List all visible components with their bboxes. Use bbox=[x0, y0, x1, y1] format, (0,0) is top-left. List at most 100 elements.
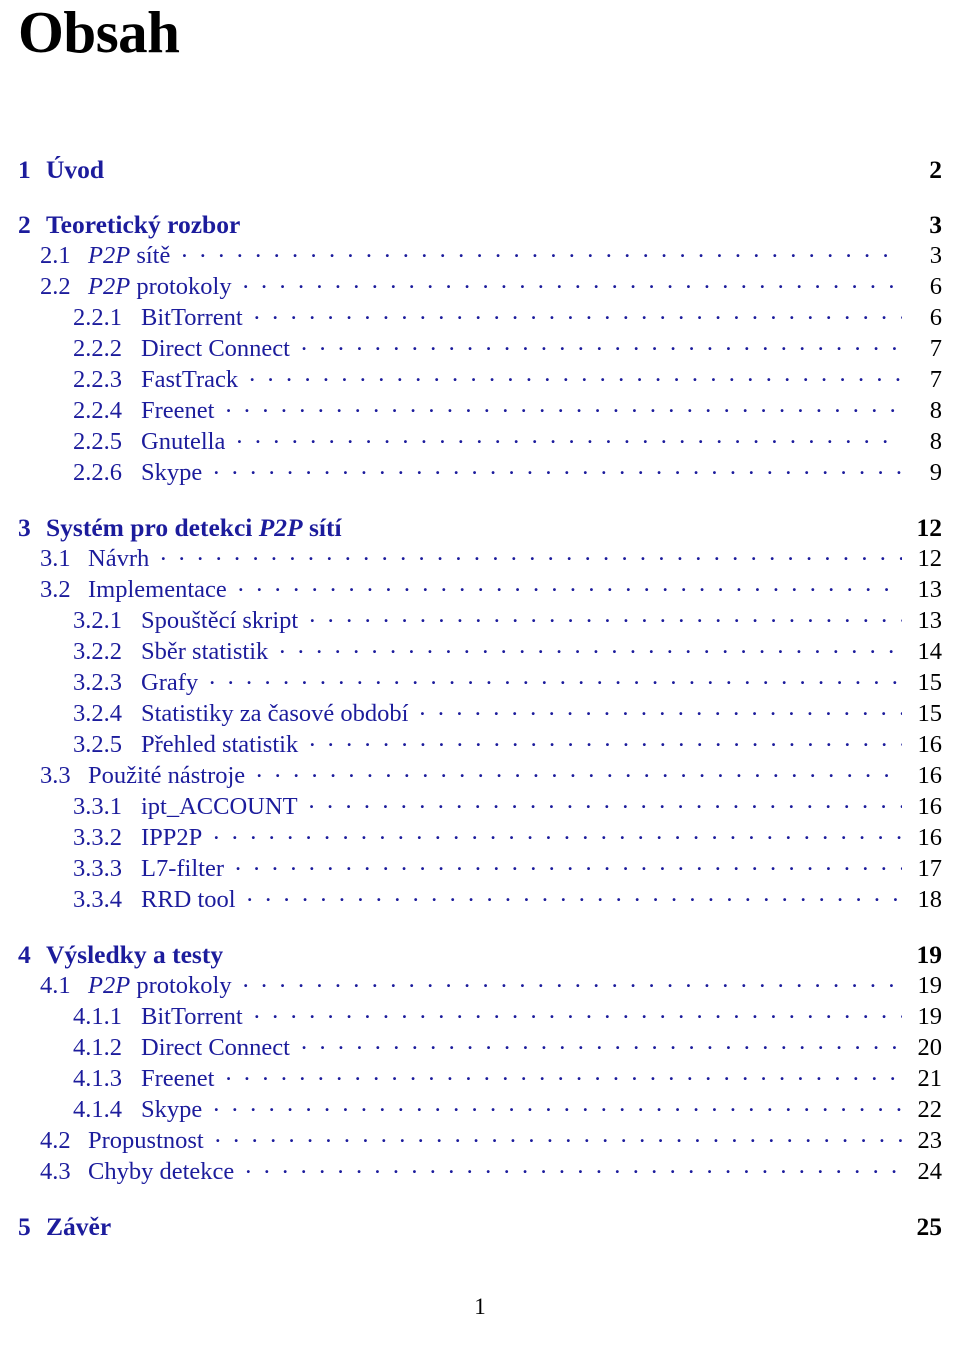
toc-entry-page-number: 12 bbox=[916, 512, 943, 542]
toc-entry-number: 3.3 bbox=[40, 761, 71, 789]
toc-entry-subsection[interactable]: 3.2.5 Přehled statistik 16 bbox=[18, 727, 942, 758]
toc-entry-title: Propustnost bbox=[88, 1126, 204, 1154]
toc-entry-chapter[interactable]: 1 Úvod 2 bbox=[18, 152, 942, 184]
toc-entry-title-italic: P2P bbox=[258, 512, 303, 542]
toc-entry-subsection[interactable]: 2.2.1 BitTorrent 6 bbox=[18, 300, 942, 331]
toc-dot-leader bbox=[245, 1154, 902, 1179]
toc-entry-chapter[interactable]: 5 Závěr 25 bbox=[18, 1209, 943, 1241]
toc-entry-subsection[interactable]: 2.2.2 Direct Connect 7 bbox=[18, 331, 942, 362]
toc-dot-leader bbox=[256, 758, 902, 783]
toc-entry-page-number: 19 bbox=[917, 1002, 943, 1030]
toc-entry-title: Grafy bbox=[141, 668, 199, 696]
toc-entry-title: BitTorrent bbox=[141, 1002, 243, 1030]
toc-entry-title: Výsledky a testy bbox=[46, 939, 224, 969]
toc-entry-title: Direct Connect bbox=[141, 1033, 290, 1061]
toc-entry-page-number: 12 bbox=[917, 544, 943, 572]
toc-entry-page-number: 24 bbox=[917, 1157, 943, 1185]
toc-entry-title: Gnutella bbox=[141, 427, 226, 455]
toc-dot-leader bbox=[279, 634, 902, 659]
toc-entry-section[interactable]: 2.2 P2P protokoly 6 bbox=[18, 269, 942, 300]
toc-entry-page-number: 19 bbox=[917, 971, 943, 999]
toc-entry-subsection[interactable]: 2.2.4 Freenet 8 bbox=[18, 393, 942, 424]
toc-dot-leader bbox=[243, 968, 902, 993]
toc-entry-number: 3.3.1 bbox=[73, 792, 122, 820]
toc-entry-page-number: 21 bbox=[917, 1064, 943, 1092]
toc-dot-leader bbox=[225, 1061, 902, 1086]
toc-entry-section[interactable]: 2.1 P2P sítě 3 bbox=[18, 238, 942, 269]
toc-dot-leader bbox=[309, 603, 902, 628]
toc-entry-subsection[interactable]: 2.2.3 FastTrack 7 bbox=[18, 362, 942, 393]
toc-entry-page-number: 3 bbox=[929, 209, 942, 239]
toc-entry-title: Systém pro detekci P2P sítí bbox=[46, 512, 342, 542]
toc-entry-number: 3.1 bbox=[40, 544, 71, 572]
toc-entry-section[interactable]: 4.1 P2P protokoly 19 bbox=[18, 968, 942, 999]
toc-entry-number: 2.2.6 bbox=[73, 458, 122, 486]
toc-entry-number: 3.3.4 bbox=[73, 885, 122, 913]
toc-entry-title: Skype bbox=[141, 1095, 203, 1123]
toc-entry-subsection[interactable]: 4.1.1 BitTorrent 19 bbox=[18, 999, 942, 1030]
toc-dot-leader bbox=[301, 331, 902, 356]
toc-entry-number: 3.2.3 bbox=[73, 668, 122, 696]
toc-entry-number: 3.3.3 bbox=[73, 854, 122, 882]
toc-entry-number: 2.2.5 bbox=[73, 427, 122, 455]
toc-entry-chapter[interactable]: 3 Systém pro detekci P2P sítí 12 bbox=[18, 510, 943, 542]
toc-entry-number: 2 bbox=[18, 209, 31, 239]
toc-entry-subsection[interactable]: 3.2.3 Grafy 15 bbox=[18, 665, 942, 696]
toc-entry-page-number: 7 bbox=[929, 334, 942, 362]
toc-entry-title: Implementace bbox=[88, 575, 227, 603]
toc-entry-title: Teoretický rozbor bbox=[46, 209, 241, 239]
toc-entry-title: Přehled statistik bbox=[141, 730, 299, 758]
toc-entry-page-number: 22 bbox=[917, 1095, 943, 1123]
toc-entry-title-italic: P2P bbox=[88, 971, 131, 999]
toc-entry-page-number: 13 bbox=[917, 606, 943, 634]
toc-entry-page-number: 20 bbox=[917, 1033, 943, 1061]
toc-entry-title: Spouštěcí skript bbox=[141, 606, 299, 634]
toc-entry-number: 4.1 bbox=[40, 971, 71, 999]
toc-dot-leader bbox=[251, 207, 902, 233]
toc-entry-page-number: 14 bbox=[917, 637, 943, 665]
toc-entry-page-number: 6 bbox=[929, 272, 942, 300]
toc-entry-subsection[interactable]: 3.3.1 ipt_ACCOUNT 16 bbox=[18, 789, 942, 820]
toc-dot-leader bbox=[254, 300, 902, 325]
toc-entry-section[interactable]: 3.1 Návrh 12 bbox=[18, 541, 942, 572]
toc-entry-chapter[interactable]: 2 Teoretický rozbor 3 bbox=[18, 207, 942, 239]
toc-entry-subsection[interactable]: 3.3.4 RRD tool 18 bbox=[18, 882, 942, 913]
toc-entry-page-number: 19 bbox=[916, 939, 943, 969]
toc-entry-number: 2.2.3 bbox=[73, 365, 122, 393]
toc-entry-subsection[interactable]: 2.2.5 Gnutella 8 bbox=[18, 424, 942, 455]
toc-dot-leader bbox=[243, 269, 902, 294]
toc-entry-section[interactable]: 4.3 Chyby detekce 24 bbox=[18, 1154, 942, 1185]
toc-entry-title: Direct Connect bbox=[141, 334, 290, 362]
toc-entry-subsection[interactable]: 3.3.3 L7-filter 17 bbox=[18, 851, 942, 882]
toc-entry-page-number: 16 bbox=[917, 761, 943, 789]
toc-entry-number: 4.2 bbox=[40, 1126, 71, 1154]
toc-dot-leader bbox=[353, 510, 902, 536]
toc-entry-number: 2.2.2 bbox=[73, 334, 122, 362]
toc-entry-page-number: 16 bbox=[917, 792, 943, 820]
toc-dot-leader bbox=[419, 696, 902, 721]
toc-entry-page-number: 18 bbox=[917, 885, 943, 913]
toc-entry-section[interactable]: 3.3 Použité nástroje 16 bbox=[18, 758, 942, 789]
toc-entry-number: 4.3 bbox=[40, 1157, 71, 1185]
toc-entry-chapter[interactable]: 4 Výsledky a testy 19 bbox=[18, 937, 943, 969]
toc-entry-section[interactable]: 4.2 Propustnost 23 bbox=[18, 1123, 942, 1154]
toc-entry-title: Statistiky za časové období bbox=[141, 699, 409, 727]
toc-entry-subsection[interactable]: 3.2.4 Statistiky za časové období 15 bbox=[18, 696, 942, 727]
toc-entry-page-number: 9 bbox=[929, 458, 942, 486]
toc-entry-subsection[interactable]: 4.1.3 Freenet 21 bbox=[18, 1061, 942, 1092]
toc-dot-leader bbox=[213, 1092, 902, 1117]
toc-entry-subsection[interactable]: 3.2.2 Sběr statistik 14 bbox=[18, 634, 942, 665]
toc-entry-subsection[interactable]: 2.2.6 Skype 9 bbox=[18, 455, 942, 486]
toc-entry-title: P2P protokoly bbox=[88, 971, 232, 999]
toc-entry-title: P2P sítě bbox=[88, 241, 171, 269]
toc-entry-page-number: 13 bbox=[917, 575, 943, 603]
toc-entry-number: 2.1 bbox=[40, 241, 71, 269]
toc-entry-subsection[interactable]: 4.1.4 Skype 22 bbox=[18, 1092, 942, 1123]
toc-entry-subsection[interactable]: 3.2.1 Spouštěcí skript 13 bbox=[18, 603, 942, 634]
toc-entry-subsection[interactable]: 4.1.2 Direct Connect 20 bbox=[18, 1030, 942, 1061]
toc-entry-page-number: 25 bbox=[916, 1211, 943, 1241]
toc-entry-subsection[interactable]: 3.3.2 IPP2P 16 bbox=[18, 820, 942, 851]
toc-entry-section[interactable]: 3.2 Implementace 13 bbox=[18, 572, 942, 603]
toc-entry-number: 4 bbox=[18, 939, 31, 969]
toc-entry-number: 4.1.1 bbox=[73, 1002, 122, 1030]
